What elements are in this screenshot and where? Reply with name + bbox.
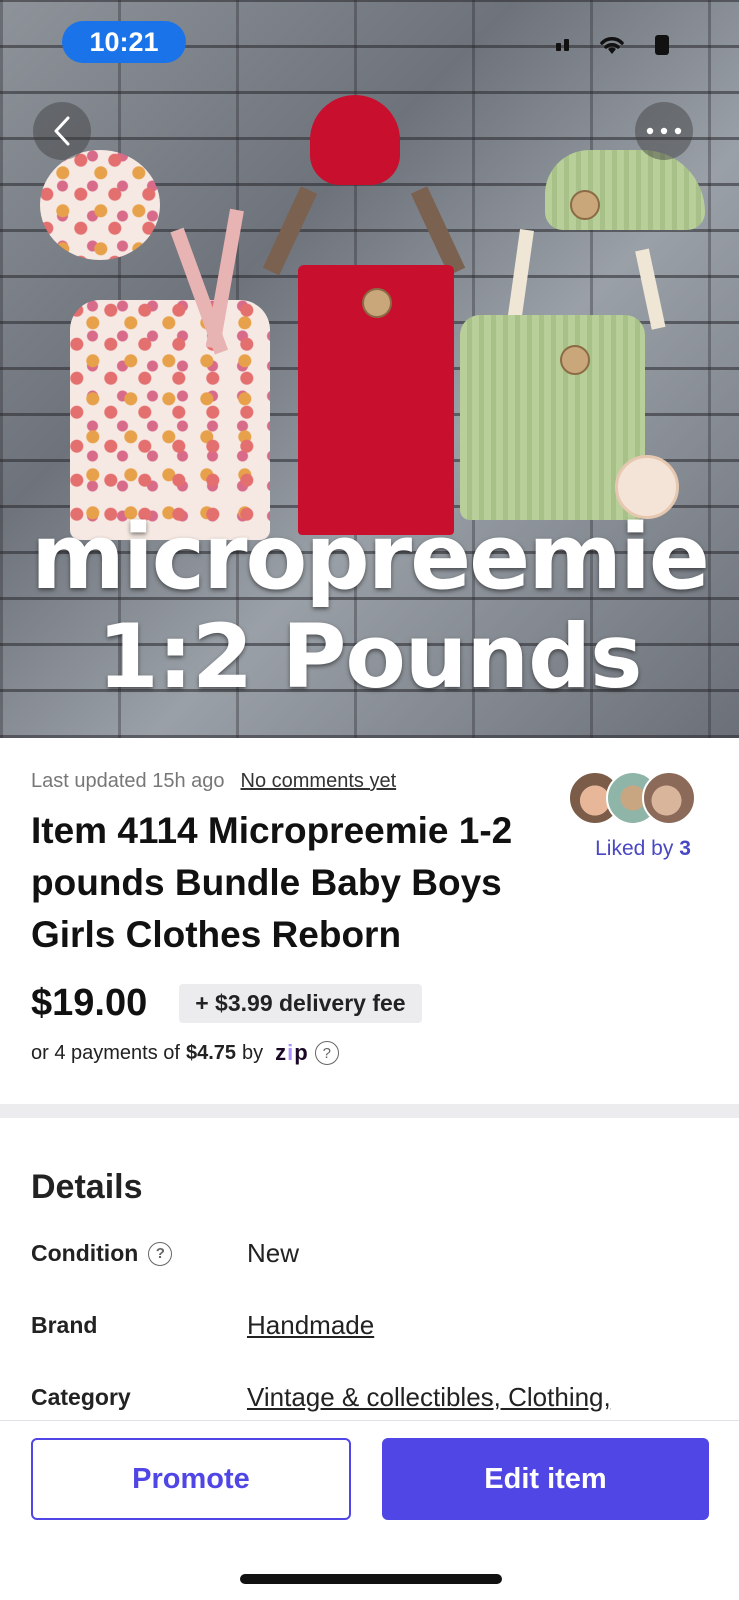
liked-by-prefix: Liked by xyxy=(595,837,674,860)
listing-meta: Last updated 15h ago No comments yet xyxy=(31,770,591,793)
liked-by[interactable]: Liked by 3 xyxy=(568,771,708,861)
zip-logo: zip xyxy=(275,1040,309,1065)
suspender-strap xyxy=(507,229,534,321)
category-link[interactable]: Vintage & collectibles, Clothing, xyxy=(247,1382,611,1413)
home-indicator[interactable] xyxy=(240,1574,502,1584)
status-icons xyxy=(556,34,669,56)
edit-item-button[interactable]: Edit item xyxy=(382,1438,709,1520)
listing-title: Item 4114 Micropreemie 1-2 pounds Bundle… xyxy=(31,810,513,955)
installments-info[interactable]: or 4 payments of $4.75 by zip ? xyxy=(31,1040,339,1066)
green-hat xyxy=(545,150,705,230)
liked-count: 3 xyxy=(679,837,691,860)
installments-by: by xyxy=(242,1041,264,1064)
detail-label: Category xyxy=(31,1384,131,1410)
red-bonnet xyxy=(310,95,400,185)
price-row: $19.00 + $3.99 delivery fee xyxy=(31,982,422,1025)
more-options-button[interactable] xyxy=(635,102,693,160)
back-arrow-icon xyxy=(54,116,70,146)
installments-prefix: or 4 payments of xyxy=(31,1041,180,1064)
back-button[interactable] xyxy=(33,102,91,160)
section-divider xyxy=(0,1104,739,1118)
floral-bonnet xyxy=(40,150,160,260)
delivery-fee-badge: + $3.99 delivery fee xyxy=(179,984,422,1023)
suspender-strap xyxy=(262,186,318,276)
comments-link[interactable]: No comments yet xyxy=(241,770,397,793)
listing-info: Last updated 15h ago No comments yet Ite… xyxy=(31,770,591,961)
photo-caption-line-1: micropreemie xyxy=(31,505,710,610)
brand-link[interactable]: Handmade xyxy=(247,1310,374,1341)
wooden-button xyxy=(570,190,600,220)
floral-romper xyxy=(70,300,270,540)
detail-value: New xyxy=(247,1238,300,1268)
avatar xyxy=(642,771,696,825)
wooden-button xyxy=(560,345,590,375)
details-heading: Details xyxy=(31,1168,143,1206)
wooden-button xyxy=(362,288,392,318)
installments-amount: $4.75 xyxy=(185,1041,237,1064)
detail-row-brand: Brand Handmade xyxy=(31,1310,721,1341)
action-bar: Promote Edit item xyxy=(0,1420,739,1600)
battery-icon xyxy=(655,35,669,55)
detail-label: Condition xyxy=(31,1240,139,1266)
photo-caption-line-2: 1:2 Pounds xyxy=(97,605,643,708)
detail-label-wrap: Condition ? xyxy=(31,1240,247,1267)
suspender-strap xyxy=(410,186,466,276)
suspender-strap xyxy=(635,248,666,330)
liker-avatars[interactable] xyxy=(568,771,708,825)
status-time: 10:21 xyxy=(62,21,186,63)
price: $19.00 xyxy=(31,982,148,1024)
help-circle-icon[interactable]: ? xyxy=(148,1241,173,1266)
more-dots-icon xyxy=(646,127,682,135)
last-updated: Last updated 15h ago xyxy=(31,770,225,792)
liked-by-label[interactable]: Liked by 3 xyxy=(578,837,708,861)
help-circle-icon[interactable]: ? xyxy=(314,1041,339,1065)
wifi-icon xyxy=(600,37,624,54)
detail-label: Brand xyxy=(31,1312,98,1338)
detail-row-condition: Condition ? New xyxy=(31,1238,721,1269)
product-photo[interactable]: micropreemie 1:2 Pounds 10:21 xyxy=(0,0,739,738)
promote-button[interactable]: Promote xyxy=(31,1438,351,1520)
signal-icon xyxy=(556,39,569,51)
detail-row-category: Category Vintage & collectibles, Clothin… xyxy=(31,1382,721,1413)
